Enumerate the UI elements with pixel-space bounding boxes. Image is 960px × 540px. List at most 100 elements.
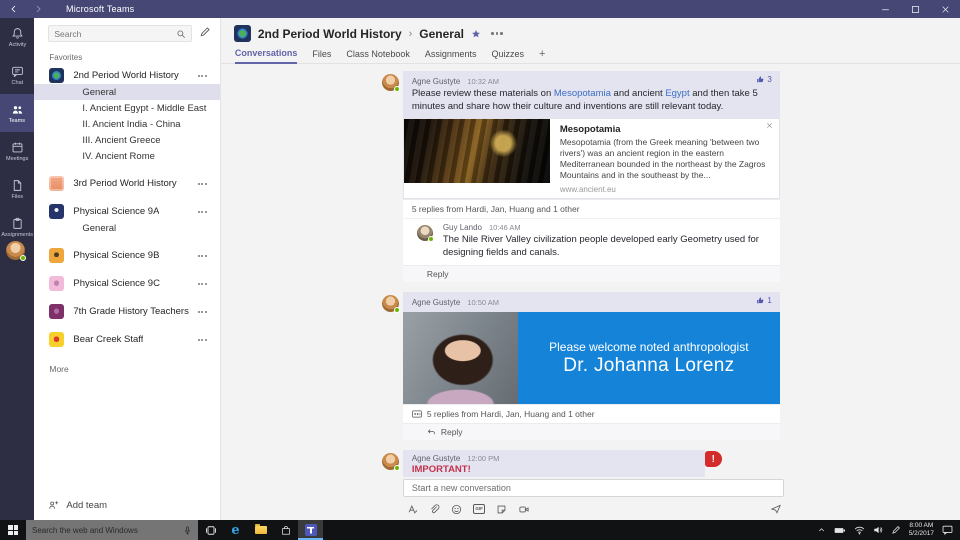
search-input[interactable] bbox=[54, 29, 175, 39]
send-icon[interactable] bbox=[770, 503, 782, 515]
more-options-icon[interactable] bbox=[198, 311, 220, 313]
replies-summary[interactable]: 5 replies from Hardi, Jan, Huang and 1 o… bbox=[403, 404, 780, 423]
sidebar-team-bear-creek[interactable]: Bear Creek Staff bbox=[34, 331, 219, 348]
forward-icon[interactable] bbox=[34, 5, 42, 13]
sidebar-team-2nd-period[interactable]: 2nd Period World History bbox=[34, 67, 219, 84]
favorite-star-icon[interactable] bbox=[471, 29, 481, 39]
file-explorer-button[interactable] bbox=[248, 520, 273, 540]
reply-message[interactable]: Guy Lando 10:46 AM The Nile River Valley… bbox=[403, 218, 780, 265]
add-tab-icon[interactable]: + bbox=[539, 48, 545, 63]
minimize-icon[interactable] bbox=[870, 0, 900, 18]
tab-files[interactable]: Files bbox=[312, 47, 331, 63]
sidebar-team-science-9b[interactable]: Physical Science 9B bbox=[34, 247, 219, 264]
sidebar-team-science-9a[interactable]: Physical Science 9A bbox=[34, 203, 219, 220]
link-mesopotamia[interactable]: Mesopotamia bbox=[554, 88, 611, 99]
store-button[interactable] bbox=[273, 520, 298, 540]
header-channel-name[interactable]: General bbox=[419, 27, 464, 41]
taskbar-search-input[interactable] bbox=[32, 526, 179, 535]
mic-icon[interactable] bbox=[183, 525, 192, 536]
tab-class-notebook[interactable]: Class Notebook bbox=[346, 47, 410, 63]
message-author[interactable]: Guy Lando bbox=[443, 223, 482, 232]
attach-icon[interactable] bbox=[429, 504, 440, 515]
teams-taskbar-button[interactable] bbox=[298, 520, 323, 540]
avatar-agne[interactable] bbox=[382, 453, 399, 470]
message[interactable]: Agne Gustyte 12:00 PM IMPORTANT! Check o… bbox=[403, 450, 705, 477]
compose-input[interactable] bbox=[412, 483, 775, 493]
reply-button[interactable]: Reply bbox=[403, 423, 780, 440]
windows-logo-icon bbox=[8, 525, 18, 535]
avatar-agne[interactable] bbox=[382, 295, 399, 312]
sidebar-team-science-9c[interactable]: Physical Science 9C bbox=[34, 275, 219, 292]
maximize-icon[interactable] bbox=[900, 0, 930, 18]
sticker-icon[interactable] bbox=[496, 504, 507, 515]
avatar-agne[interactable] bbox=[382, 74, 399, 91]
back-icon[interactable] bbox=[10, 5, 18, 13]
emoji-icon[interactable] bbox=[451, 504, 462, 515]
volume-icon[interactable] bbox=[873, 525, 883, 535]
message-author[interactable]: Agne Gustyte bbox=[412, 454, 460, 463]
more-teams-button[interactable]: More bbox=[34, 348, 219, 374]
sidebar-channel-greece[interactable]: III. Ancient Greece bbox=[34, 132, 219, 148]
action-center-icon[interactable] bbox=[942, 525, 953, 535]
channel-more-icon[interactable] bbox=[491, 32, 503, 35]
rail-item-chat[interactable]: Chat bbox=[0, 56, 34, 94]
tab-quizzes[interactable]: Quizzes bbox=[491, 47, 524, 63]
gif-icon[interactable]: GIF bbox=[473, 504, 486, 514]
message[interactable]: Agne Gustyte 10:50 AM 1 Pl bbox=[403, 292, 780, 404]
link-preview-card[interactable]: Mesopotamia Mesopotamia (from the Greek … bbox=[403, 118, 780, 199]
tab-assignments[interactable]: Assignments bbox=[425, 47, 477, 63]
more-options-icon[interactable] bbox=[198, 183, 220, 185]
video-icon[interactable] bbox=[518, 504, 530, 515]
more-options-icon[interactable] bbox=[198, 75, 220, 77]
message-author[interactable]: Agne Gustyte bbox=[412, 298, 460, 307]
announcement-image[interactable]: Please welcome noted anthropologist Dr. … bbox=[403, 312, 780, 404]
rail-item-activity[interactable]: Activity bbox=[0, 18, 34, 56]
like-badge[interactable]: 1 bbox=[756, 296, 771, 305]
new-chat-icon[interactable] bbox=[199, 26, 211, 41]
message-text: Please review these materials on Mesopot… bbox=[412, 88, 772, 113]
sidebar-team-7th-grade[interactable]: 7th Grade History Teachers bbox=[34, 303, 219, 320]
header-team-name[interactable]: 2nd Period World History bbox=[258, 27, 402, 41]
message-author[interactable]: Agne Gustyte bbox=[412, 77, 460, 86]
edge-button[interactable]: e bbox=[223, 520, 248, 540]
sidebar-channel-general-9a[interactable]: General bbox=[34, 220, 219, 236]
reply-button[interactable]: Reply bbox=[403, 265, 780, 282]
sidebar-channel-india[interactable]: II. Ancient India - China bbox=[34, 116, 219, 132]
taskbar-clock[interactable]: 8:00 AM 5/2/2017 bbox=[909, 522, 934, 538]
more-options-icon[interactable] bbox=[198, 211, 220, 213]
globe-team-icon bbox=[234, 25, 251, 42]
card-url[interactable]: www.ancient.eu bbox=[560, 185, 767, 194]
task-view-button[interactable] bbox=[198, 520, 223, 540]
sidebar-channel-rome[interactable]: IV. Ancient Rome bbox=[34, 148, 219, 164]
sidebar-channel-general[interactable]: General bbox=[34, 84, 219, 100]
clock-time: 8:00 AM bbox=[909, 522, 934, 530]
rail-item-meetings[interactable]: Meetings bbox=[0, 132, 34, 170]
close-icon[interactable] bbox=[766, 122, 773, 129]
format-icon[interactable] bbox=[407, 504, 418, 515]
taskbar-search[interactable] bbox=[26, 520, 198, 540]
windows-ink-icon[interactable] bbox=[891, 525, 901, 535]
rail-item-teams[interactable]: Teams bbox=[0, 94, 34, 132]
battery-icon[interactable] bbox=[834, 526, 846, 535]
like-badge[interactable]: 3 bbox=[756, 75, 771, 84]
sidebar-team-3rd-period[interactable]: 3rd Period World History bbox=[34, 175, 219, 192]
message[interactable]: Agne Gustyte 10:32 AM 3 Please review th… bbox=[403, 71, 780, 199]
user-avatar[interactable] bbox=[6, 241, 25, 260]
sidebar-channel-egypt[interactable]: I. Ancient Egypt - Middle East bbox=[34, 100, 219, 116]
team-icon bbox=[49, 332, 64, 347]
wifi-icon[interactable] bbox=[854, 526, 865, 535]
more-options-icon[interactable] bbox=[198, 255, 220, 257]
search-box[interactable] bbox=[48, 25, 191, 42]
link-egypt[interactable]: Egypt bbox=[665, 88, 689, 99]
replies-summary[interactable]: 5 replies from Hardi, Jan, Huang and 1 o… bbox=[403, 199, 780, 218]
rail-item-files[interactable]: Files bbox=[0, 170, 34, 208]
add-team-button[interactable]: Add team bbox=[34, 499, 219, 520]
more-options-icon[interactable] bbox=[198, 339, 220, 341]
compose-input-box[interactable] bbox=[403, 479, 784, 497]
tab-conversations[interactable]: Conversations bbox=[235, 46, 298, 64]
tray-chevron-icon[interactable] bbox=[817, 526, 826, 534]
avatar-guy[interactable] bbox=[417, 225, 433, 241]
more-options-icon[interactable] bbox=[198, 283, 220, 285]
close-icon[interactable] bbox=[930, 0, 960, 18]
start-button[interactable] bbox=[0, 520, 26, 540]
